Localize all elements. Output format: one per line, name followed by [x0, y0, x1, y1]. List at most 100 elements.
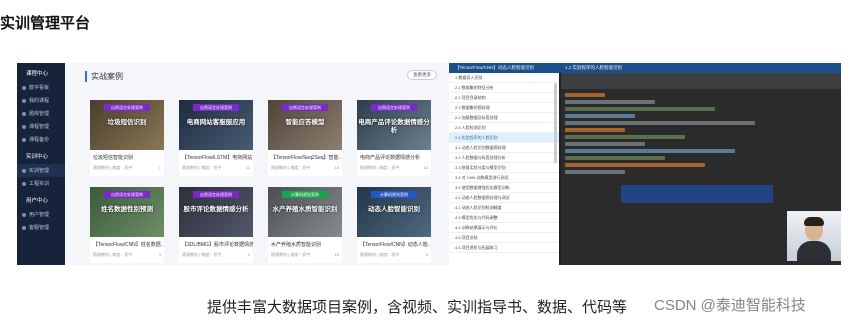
cases-panel: 实战案例 查看更多 自然语言处理案例 垃圾短信识别 垃圾短信智能识别 随课教材 …: [65, 63, 449, 265]
sidebar-item-label: 实训管理: [29, 168, 50, 174]
folder-icon: [22, 124, 26, 129]
lesson-title: 【TensorFlow/CNN】动态人脸智能识别: [455, 65, 535, 70]
sidebar: 课程中心 数字看板 我的课程 题库管理 课程管理 课程备份 实训中心 实训管理 …: [17, 63, 65, 265]
sidebar-item-user-management[interactable]: 用户管理: [17, 208, 65, 221]
case-count: 1: [158, 165, 161, 170]
case-category-badge: 计算机视觉案例: [282, 191, 328, 198]
case-meta-text: 随课教材 | 难度：初中: [93, 165, 133, 170]
sidebar-item-label: 用户管理: [29, 212, 50, 218]
case-card[interactable]: 计算机视觉案例 水产养殖水质智能识别 水产养殖水质智能识别 随课教材 | 难度：…: [268, 187, 342, 263]
outline-item[interactable]: 3.5 使用数据增强优化模型训练: [449, 183, 559, 193]
case-name: 【TensorFlow/Seq2Seq】智能…: [271, 155, 342, 161]
sidebar-item-course-backup[interactable]: 课程备份: [17, 133, 65, 146]
instructor-video: [787, 211, 841, 261]
case-cover-title: 股市评论数据情感分析: [183, 206, 249, 213]
outline-item[interactable]: 3.3 修复实验分类与模型识别: [449, 163, 559, 173]
book-icon: [22, 98, 26, 103]
outline-item[interactable]: 3.4 对 CNN 训练模型进行测试: [449, 173, 559, 183]
case-count: 3: [247, 252, 250, 257]
page-heading: 实训管理平台: [0, 15, 91, 32]
outline-item[interactable]: 4.5 项目总结: [449, 233, 559, 243]
case-card[interactable]: 计算机视觉案例 动态人脸智能识别 【TensorFlow/CNN】动态人脸… 随…: [357, 187, 431, 263]
case-name: 【TensorFlow/CNN】动态人脸…: [360, 242, 431, 248]
sidebar-group-title: 实训中心: [26, 154, 49, 160]
case-card[interactable]: 自然语言处理案例 电商产品评论数据情感分析 电商产品评论数据情感分析 随课教材 …: [357, 100, 431, 176]
outline-item[interactable]: 4.2 动态人脸识别检测精度: [449, 203, 559, 213]
case-count: 3: [158, 252, 161, 257]
sidebar-item-customer-service[interactable]: 客服管理: [17, 221, 65, 234]
outline-item[interactable]: 2.1 数据集的特征分析: [449, 83, 559, 93]
case-name: 电商产品评论数据情感分析: [360, 155, 421, 161]
sidebar-item-dashboard[interactable]: 数字看板: [17, 81, 65, 94]
outline-item[interactable]: 2.2 项目目录结构: [449, 93, 559, 103]
outline-item[interactable]: 4.6 项目进阶与拓展练习: [449, 243, 559, 253]
outline-item[interactable]: 2.4 加载数据及标签处理: [449, 113, 559, 123]
sidebar-group-title: 用户中心: [26, 198, 49, 204]
outline-item[interactable]: 3.2 人脸数据与标签处理分析: [449, 153, 559, 163]
dashboard-icon: [22, 85, 26, 90]
gear-icon: [22, 168, 26, 173]
case-cover-title: 智能应答模型: [285, 119, 325, 126]
case-name: 水产养殖水质智能识别: [271, 242, 322, 248]
lesson-outline: 1 数据导入识别 2.1 数据集的特征分析 2.2 项目目录结构 2.3 数据集的预处…: [449, 73, 559, 265]
view-more-button[interactable]: 查看更多: [407, 70, 437, 80]
case-meta-text: 随课教材 | 难度：初中: [360, 252, 400, 257]
sidebar-item-training-management[interactable]: 实训管理: [17, 164, 65, 177]
watermark: CSDN @泰迪智能科技: [654, 297, 806, 314]
sidebar-item-question-bank[interactable]: 题库管理: [17, 107, 65, 120]
code-lines: [565, 93, 835, 177]
case-name: 【TensorFlow/LSTM】电商网站…: [182, 155, 253, 161]
case-card[interactable]: 自然语言处理案例 智能应答模型 【TensorFlow/Seq2Seq】智能… …: [268, 100, 342, 176]
case-count: 16: [334, 165, 339, 170]
outline-item[interactable]: 2.3 数据集的预处理: [449, 103, 559, 113]
case-cover-title: 动态人脸智能识别: [368, 206, 420, 213]
case-card[interactable]: 自然语言处理案例 垃圾短信识别 垃圾短信智能识别 随课教材 | 难度：初中 1: [90, 100, 164, 176]
outline-item[interactable]: 4.3 模型优化与代码调整: [449, 213, 559, 223]
selected-output: [621, 185, 773, 203]
sidebar-item-label: 客服管理: [29, 225, 50, 231]
case-count: 5: [425, 252, 428, 257]
sidebar-item-my-courses[interactable]: 我的课程: [17, 94, 65, 107]
case-card[interactable]: 自然语言处理案例 股市评论数据情感分析 【3DL/BMG】股市评论数据情感… 随…: [179, 187, 253, 263]
case-count: 11: [245, 165, 250, 170]
case-category-badge: 自然语言处理案例: [104, 104, 150, 111]
case-cover: 自然语言处理案例 垃圾短信识别: [90, 100, 164, 150]
case-category-badge: 计算机视觉案例: [371, 191, 417, 198]
case-category-badge: 自然语言处理案例: [193, 191, 239, 198]
case-meta-text: 随课教材 | 难度：初中: [182, 252, 222, 257]
outline-item[interactable]: 4.4 训练结果展示与评价: [449, 223, 559, 233]
outline-item[interactable]: 2.6 实验程序的人脸识别: [449, 133, 559, 143]
outline-item[interactable]: 1 数据导入识别: [449, 73, 559, 83]
case-category-badge: 自然语言处理案例: [193, 104, 239, 111]
list-icon: [22, 111, 26, 116]
case-cover-title: 电商产品评论数据情感分析: [358, 119, 430, 134]
user-icon: [22, 212, 26, 217]
case-card[interactable]: 自然语言处理案例 电商网站客服服应用 【TensorFlow/LSTM】电商网站…: [179, 100, 253, 176]
tool-icon: [22, 181, 26, 186]
case-meta: 随课教材 | 难度：初中 18: [268, 248, 342, 258]
outline-scrollbar[interactable]: [554, 83, 557, 163]
outline-item[interactable]: 2.5 人脸检测识别: [449, 123, 559, 133]
editor-toolbar: [561, 73, 841, 89]
case-meta-text: 随课教材 | 难度：初中: [271, 165, 311, 170]
case-meta: 随课教材 | 难度：初中 5: [357, 248, 431, 258]
sidebar-item-course-management[interactable]: 课程管理: [17, 120, 65, 133]
case-cover-title: 水产养殖水质智能识别: [272, 206, 338, 213]
case-cover-title: 姓名数据性别预测: [101, 206, 153, 213]
case-meta: 随课教材 | 难度：初中 18: [357, 161, 431, 171]
case-meta: 随课教材 | 难度：初中 3: [179, 248, 253, 258]
sidebar-item-label: 课程备份: [29, 137, 50, 143]
case-category-badge: 自然语言处理案例: [371, 104, 417, 111]
case-cover: 自然语言处理案例 智能应答模型: [268, 100, 342, 150]
sidebar-item-engineering-training[interactable]: 工程实训: [17, 177, 65, 190]
case-count: 18: [423, 165, 428, 170]
case-card[interactable]: 自然语言处理案例 姓名数据性别预测 【TensorFlow/CNN】姓名数据… …: [90, 187, 164, 263]
panel-title: 实战案例: [85, 71, 123, 82]
outline-item[interactable]: 4.1 动态人脸数据预处理与测试: [449, 193, 559, 203]
case-category-badge: 自然语言处理案例: [104, 191, 150, 198]
case-cover: 自然语言处理案例 电商产品评论数据情感分析: [357, 100, 431, 150]
outline-item[interactable]: 3.1 动态人脸识别数据预处理: [449, 143, 559, 153]
case-category-badge: 自然语言处理案例: [282, 104, 328, 111]
case-count: 18: [334, 252, 339, 257]
sidebar-item-label: 课程管理: [29, 124, 50, 130]
